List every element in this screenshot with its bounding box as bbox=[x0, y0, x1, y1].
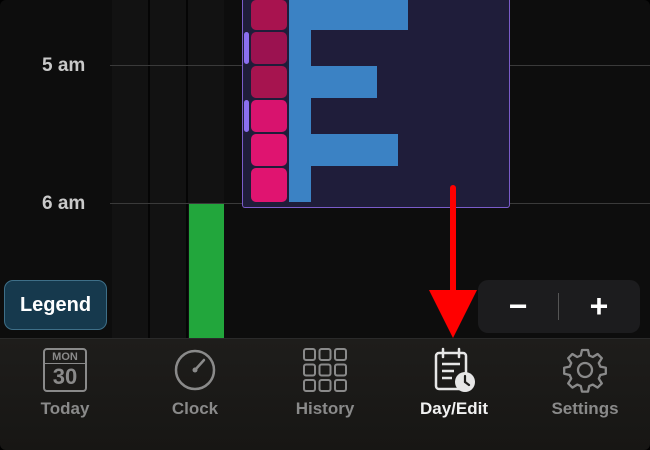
clock-icon bbox=[171, 347, 219, 393]
block-resize-handle-top[interactable] bbox=[244, 32, 249, 64]
tab-day-edit[interactable]: Day/Edit bbox=[404, 339, 504, 450]
annotation-arrow-icon bbox=[429, 185, 477, 338]
tab-label: Settings bbox=[551, 399, 619, 418]
track-separator bbox=[186, 0, 188, 338]
timeline-track bbox=[112, 0, 148, 338]
tab-label: History bbox=[295, 399, 355, 418]
tab-clock[interactable]: Clock bbox=[150, 339, 240, 450]
tab-today[interactable]: MON 30 Today bbox=[20, 339, 110, 450]
calendar-icon: MON 30 bbox=[41, 347, 89, 393]
timeline-track bbox=[150, 0, 186, 338]
entry-cell[interactable] bbox=[251, 100, 287, 132]
zoom-in-button[interactable]: + bbox=[559, 280, 639, 333]
zoom-out-button[interactable]: − bbox=[478, 280, 558, 333]
legend-button[interactable]: Legend bbox=[4, 280, 107, 330]
tab-label: Day/Edit bbox=[419, 399, 489, 418]
calendar-month: MON bbox=[52, 351, 78, 363]
event-bar[interactable] bbox=[289, 66, 377, 98]
zoom-control: − + bbox=[478, 280, 640, 333]
block-resize-handle-bottom[interactable] bbox=[244, 100, 249, 132]
activity-bar[interactable] bbox=[189, 204, 224, 338]
gear-icon bbox=[561, 347, 609, 393]
track-separator bbox=[148, 0, 150, 338]
tab-bar: MON 30 Today Clock History Day/Edit Sett… bbox=[0, 338, 650, 450]
event-bar[interactable] bbox=[289, 0, 408, 30]
entry-cell[interactable] bbox=[251, 168, 287, 202]
app-screen: 5 am 6 am Legend − + MON 30 Today Clock … bbox=[0, 0, 650, 450]
clipboard-clock-icon bbox=[430, 347, 478, 393]
tab-label: Today bbox=[40, 399, 90, 418]
hour-label-6am: 6 am bbox=[42, 193, 86, 214]
entry-cell[interactable] bbox=[251, 66, 287, 98]
entry-cell[interactable] bbox=[251, 134, 287, 166]
grid-icon bbox=[301, 347, 349, 393]
calendar-day: 30 bbox=[52, 364, 78, 389]
event-bar[interactable] bbox=[289, 134, 398, 166]
entry-cell[interactable] bbox=[251, 0, 287, 30]
day-timeline[interactable]: 5 am 6 am Legend − + bbox=[0, 0, 650, 338]
tab-history[interactable]: History bbox=[280, 339, 370, 450]
entry-cell[interactable] bbox=[251, 32, 287, 64]
hour-label-5am: 5 am bbox=[42, 55, 86, 76]
event-bar[interactable] bbox=[289, 0, 311, 202]
tab-settings[interactable]: Settings bbox=[535, 339, 635, 450]
tab-label: Clock bbox=[171, 399, 219, 418]
